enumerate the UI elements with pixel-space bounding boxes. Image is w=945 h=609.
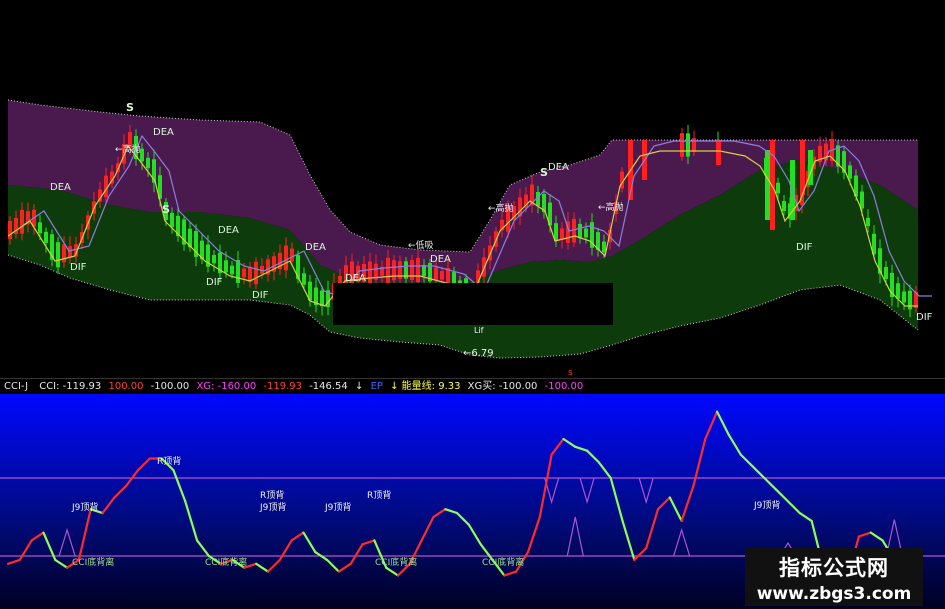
- price-note: ←6.79: [463, 348, 494, 359]
- candle-up: [572, 218, 576, 243]
- candle-down: [584, 228, 588, 238]
- label-j9-top-3: J9顶背: [324, 501, 351, 513]
- candle-up: [716, 140, 721, 165]
- candle-down: [320, 290, 324, 307]
- label-cci-bottom-4: CCI底背离: [482, 556, 524, 568]
- indicator-value: -100.00: [544, 381, 584, 392]
- label-dif-1: DIF: [70, 262, 87, 273]
- candle-up: [20, 209, 24, 234]
- marker-sell-2: ←高抛: [488, 202, 514, 214]
- candle-up: [254, 261, 258, 285]
- candle-up: [434, 267, 438, 280]
- indicator-value: -119.93: [263, 381, 302, 392]
- label-dea-2: DEA: [153, 127, 174, 138]
- label-dif-4: DIF: [796, 242, 813, 253]
- candle-up: [8, 220, 12, 240]
- signal-s-2: S: [162, 203, 170, 216]
- label-dea-7: DEA: [548, 162, 569, 173]
- indicator-value: -146.54: [309, 381, 348, 392]
- candle-up: [392, 260, 396, 281]
- label-j9-top-4: J9顶背: [753, 499, 780, 511]
- candle-down: [302, 273, 306, 285]
- label-r-top-1: R顶背: [157, 455, 181, 467]
- candle-down: [422, 264, 426, 277]
- indicator-value: XG买: -100.00: [467, 381, 538, 392]
- indicator-value: -100.00: [150, 381, 190, 392]
- label-dif-2: DIF: [206, 277, 223, 288]
- label-dif-3: DIF: [252, 290, 269, 301]
- label-lif: Lif: [474, 326, 484, 335]
- candle-down: [56, 242, 60, 268]
- candle-down: [224, 260, 228, 273]
- candle-up: [800, 140, 805, 195]
- indicator-value: ↓ 能量线: 9.33: [390, 381, 461, 392]
- label-dea-1: DEA: [50, 182, 71, 193]
- marker-sell-3: ←高抛: [598, 201, 624, 213]
- site-watermark: 指标公式网 www.zbgs3.com: [745, 548, 923, 606]
- label-cci-bottom-3: CCI底背离: [375, 556, 417, 568]
- candle-up: [368, 261, 372, 283]
- label-j9-top-2: J9顶背: [259, 501, 286, 513]
- candle-down: [170, 212, 174, 228]
- candle-down: [765, 150, 770, 220]
- candle-up: [440, 271, 444, 280]
- candle-down: [884, 266, 888, 280]
- candle-up: [242, 268, 246, 278]
- price-chart: DEA DIF DEA DEA DIF DIF DEA DEA DEA DEA …: [7, 99, 933, 378]
- candle-down: [212, 254, 216, 264]
- candle-down: [782, 200, 786, 212]
- candle-up: [410, 260, 414, 280]
- candle-down: [230, 265, 234, 275]
- candle-up: [248, 267, 252, 282]
- blank-box: [333, 283, 613, 325]
- candle-down: [140, 148, 144, 162]
- indicator-name: CCI-J: [4, 381, 29, 392]
- marker-buy-1: ←低吸: [408, 239, 434, 251]
- indicator-value: ↓: [354, 381, 364, 392]
- candle-down: [848, 165, 852, 179]
- indicator-value: EP: [370, 381, 383, 392]
- label-dea-6: DEA: [430, 254, 451, 265]
- label-dea-3: DEA: [218, 225, 239, 236]
- label-dea-5: DEA: [345, 273, 366, 284]
- candle-up: [560, 228, 564, 240]
- candle-down: [902, 291, 906, 303]
- indicator-value: CCI: -119.93: [39, 381, 102, 392]
- label-dif-5: DIF: [916, 312, 933, 323]
- bottom-marker: s: [568, 368, 573, 378]
- candle-down: [866, 217, 870, 227]
- label-j9-top-1: J9顶背: [71, 501, 98, 513]
- candle-up: [290, 248, 294, 262]
- label-r-top-2: R顶背: [260, 489, 284, 501]
- candle-up: [284, 245, 288, 271]
- signal-s-1: S: [126, 101, 134, 114]
- candle-down: [44, 231, 48, 243]
- indicator-value: 100.00: [108, 381, 144, 392]
- candle-down: [686, 133, 690, 157]
- label-r-top-3: R顶背: [367, 489, 391, 501]
- candle-down: [776, 182, 780, 194]
- indicator-value: XG: -160.00: [196, 381, 257, 392]
- signal-s-3: S: [540, 166, 548, 179]
- label-dea-4: DEA: [305, 242, 326, 253]
- candle-up: [386, 257, 390, 284]
- candle-up: [680, 133, 684, 157]
- label-cci-bottom-2: CCI底背离: [205, 556, 247, 568]
- watermark-url: www.zbgs3.com: [756, 584, 912, 604]
- watermark-logo-text: 指标公式网: [779, 556, 889, 580]
- candle-up: [68, 246, 72, 258]
- candle-down: [602, 241, 606, 253]
- candle-down: [896, 283, 900, 299]
- candle-up: [416, 257, 420, 283]
- candle-down: [146, 157, 150, 169]
- label-cci-bottom-1: CCI底背离: [72, 556, 114, 568]
- candle-down: [578, 223, 582, 239]
- marker-sell-1: ←高抛: [115, 143, 141, 155]
- candle-down: [38, 222, 42, 234]
- candle-up: [692, 138, 696, 152]
